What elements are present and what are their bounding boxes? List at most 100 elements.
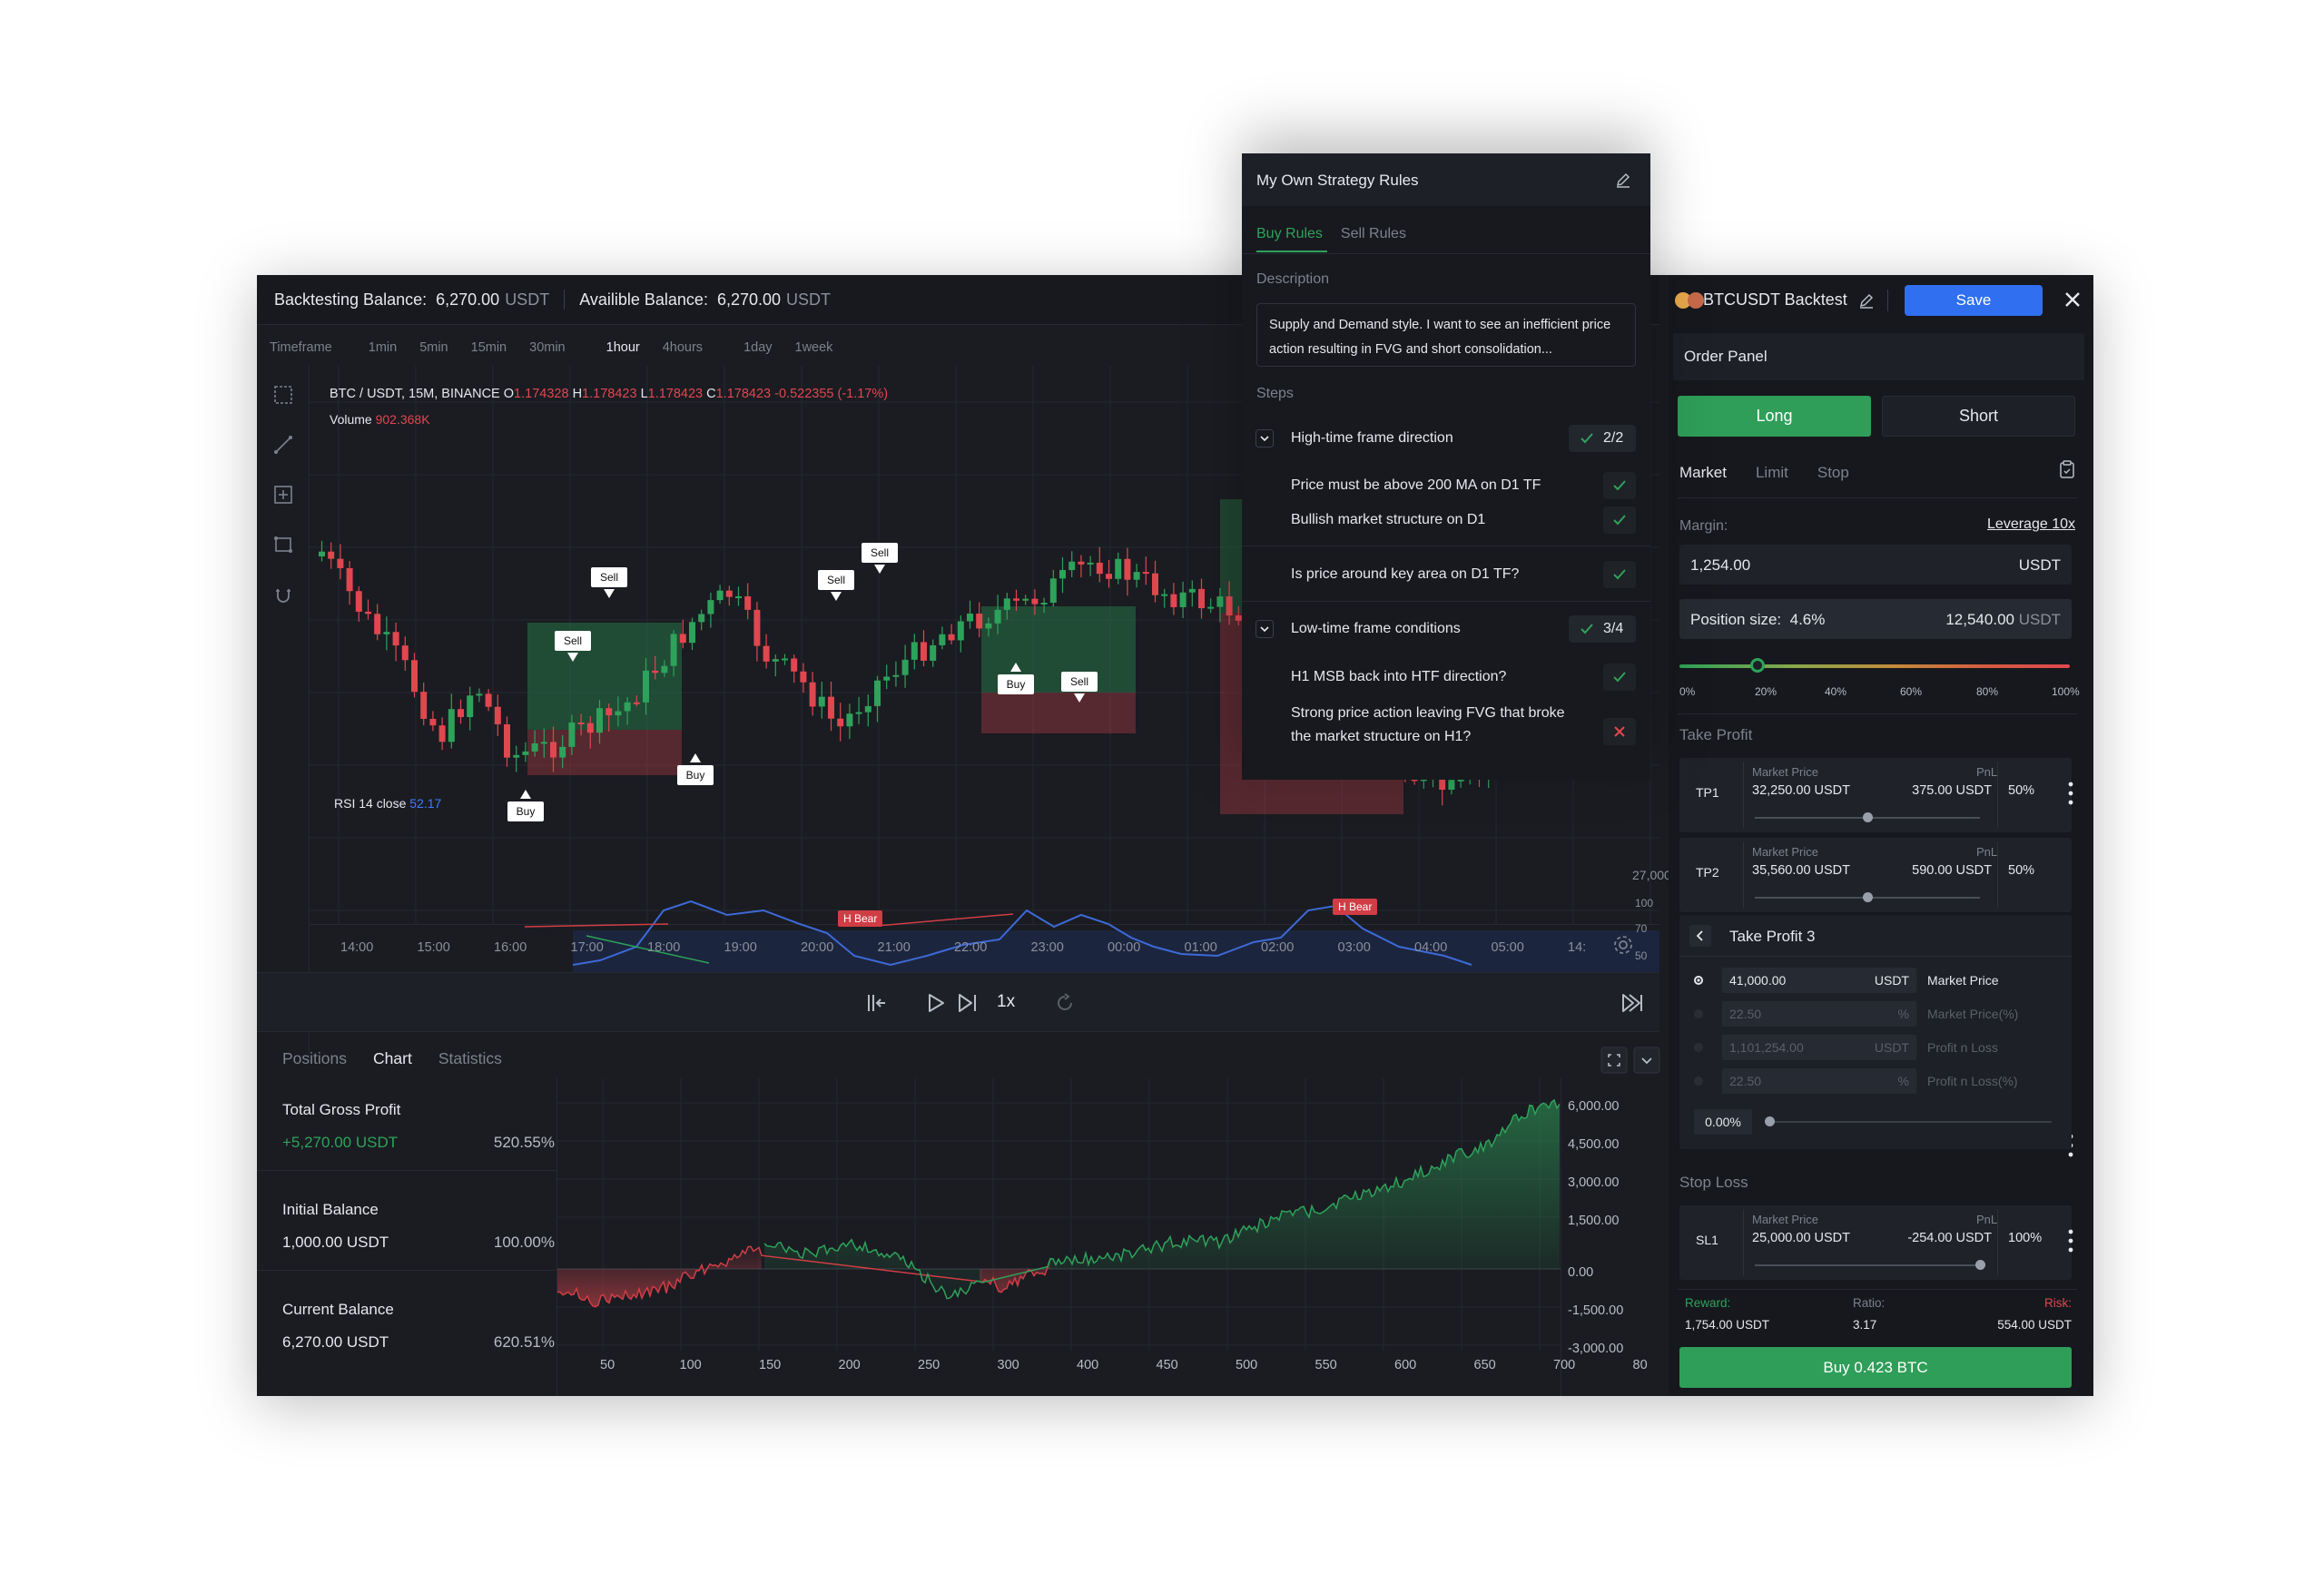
buy-button[interactable]: Buy 0.423 BTC bbox=[1679, 1347, 2072, 1388]
clipboard-icon[interactable] bbox=[2058, 459, 2076, 479]
tp-slider-knob[interactable] bbox=[1863, 892, 1873, 902]
tp3-input[interactable]: 22.50% bbox=[1722, 1068, 1916, 1094]
slider-tick: 100% bbox=[2052, 685, 2080, 698]
tp1-card[interactable]: TP1 Market Price 32,250.00 USDT PnL 375.… bbox=[1679, 758, 2072, 832]
reset-icon[interactable] bbox=[1053, 991, 1077, 1015]
position-slider-knob[interactable] bbox=[1750, 658, 1765, 673]
trend-line-icon[interactable] bbox=[272, 434, 294, 456]
leverage-link[interactable]: Leverage 10x bbox=[1987, 516, 2075, 533]
step-item[interactable]: H1 MSB back into HTF direction? bbox=[1242, 662, 1650, 694]
chevron-down-icon[interactable] bbox=[1256, 620, 1274, 638]
step-check[interactable] bbox=[1603, 664, 1636, 691]
step-check[interactable] bbox=[1603, 718, 1636, 745]
tp3-input[interactable]: 1,101,254.00 USDT bbox=[1722, 1035, 1916, 1060]
timeframe-1min[interactable]: 1min bbox=[369, 340, 397, 355]
tab-limit[interactable]: Limit bbox=[1756, 464, 1788, 482]
step-item[interactable]: Bullish market structure on D1 bbox=[1242, 504, 1650, 536]
candle bbox=[846, 703, 853, 740]
timeframe-5min[interactable]: 5min bbox=[419, 340, 448, 355]
slider-tick: 40% bbox=[1825, 685, 1847, 698]
candle bbox=[392, 623, 399, 662]
crosshair-box-icon[interactable] bbox=[272, 484, 294, 506]
skip-end-icon[interactable] bbox=[1620, 991, 1644, 1015]
step-check[interactable] bbox=[1603, 472, 1636, 499]
step-group-htf[interactable]: High-time frame direction 2/2 bbox=[1242, 421, 1650, 467]
step-check[interactable] bbox=[1603, 506, 1636, 534]
speed-toggle[interactable]: 1x bbox=[997, 992, 1015, 1012]
sl-slider-track[interactable] bbox=[1755, 1264, 1980, 1266]
low-label: L bbox=[640, 387, 648, 401]
more-vertical-icon[interactable] bbox=[2068, 781, 2073, 806]
tp3-input[interactable]: 41,000.00 USDT bbox=[1722, 968, 1916, 993]
tp3-percent[interactable]: 0.00% bbox=[1694, 1109, 1752, 1135]
rectangle-icon[interactable] bbox=[272, 534, 294, 556]
chevron-down-icon[interactable] bbox=[1633, 1047, 1660, 1074]
margin-input[interactable]: 1,254.00 USDT bbox=[1679, 545, 2072, 585]
timeframe-1hour[interactable]: 1hour bbox=[606, 340, 640, 355]
tp3-slider-track[interactable] bbox=[1770, 1121, 2052, 1123]
radio[interactable] bbox=[1694, 1077, 1703, 1086]
close-icon[interactable] bbox=[2061, 288, 2084, 311]
tab-chart[interactable]: Chart bbox=[373, 1049, 412, 1068]
select-area-icon[interactable] bbox=[272, 384, 294, 406]
buy-signal[interactable]: Buy bbox=[677, 753, 714, 785]
tp3-row-market-price-pct[interactable]: 22.50% Market Price(%) bbox=[1679, 998, 2072, 1029]
sell-signal[interactable]: Sell bbox=[591, 567, 627, 598]
tp3-input[interactable]: 22.50% bbox=[1722, 1001, 1916, 1027]
steps-label: Steps bbox=[1256, 386, 1294, 401]
save-button[interactable]: Save bbox=[1905, 285, 2043, 316]
timeframe-1week[interactable]: 1week bbox=[795, 340, 833, 355]
time-tick: 04:00 bbox=[1414, 940, 1448, 955]
step-item[interactable]: Price must be above 200 MA on D1 TF bbox=[1242, 469, 1650, 502]
tab-positions[interactable]: Positions bbox=[282, 1049, 347, 1068]
chevron-down-icon[interactable] bbox=[1256, 429, 1274, 447]
radio[interactable] bbox=[1694, 1043, 1703, 1052]
sl1-card[interactable]: SL1 Market Price 25,000.00 USDT PnL -254… bbox=[1679, 1205, 2072, 1280]
edit-icon[interactable] bbox=[1615, 172, 1631, 188]
candle bbox=[467, 686, 474, 731]
sell-signal[interactable]: Sell bbox=[818, 570, 854, 601]
timeframe-15min[interactable]: 15min bbox=[471, 340, 507, 355]
tab-buy-rules[interactable]: Buy Rules bbox=[1256, 226, 1323, 242]
tp3-row-profit-n-loss-pct[interactable]: 22.50% Profit n Loss(%) bbox=[1679, 1066, 2072, 1096]
long-button[interactable]: Long bbox=[1678, 396, 1871, 437]
tab-stop[interactable]: Stop bbox=[1817, 464, 1849, 482]
step-back-icon[interactable] bbox=[865, 991, 889, 1015]
short-button[interactable]: Short bbox=[1882, 396, 2075, 437]
sl-slider-knob[interactable] bbox=[1975, 1260, 1985, 1270]
tp3-row-market-price[interactable]: 41,000.00 USDT Market Price bbox=[1679, 965, 2072, 996]
tp3-row-profit-n-loss[interactable]: 1,101,254.00 USDT Profit n Loss bbox=[1679, 1032, 2072, 1063]
tab-sell-rules[interactable]: Sell Rules bbox=[1341, 226, 1406, 242]
tab-market[interactable]: Market bbox=[1679, 464, 1727, 482]
next-frame-icon[interactable] bbox=[956, 991, 980, 1015]
rules-tabs: Buy Rules Sell Rules bbox=[1256, 226, 1424, 242]
radio-selected[interactable] bbox=[1694, 976, 1703, 985]
magnet-icon[interactable] bbox=[272, 585, 294, 607]
timeframe-1day[interactable]: 1day bbox=[743, 340, 772, 355]
order-panel-title: Order Panel bbox=[1684, 348, 1768, 365]
play-icon[interactable] bbox=[924, 991, 948, 1015]
radio[interactable] bbox=[1694, 1009, 1703, 1018]
position-slider-track[interactable] bbox=[1679, 664, 2070, 668]
timeframe-30min[interactable]: 30min bbox=[529, 340, 566, 355]
edit-icon[interactable] bbox=[1858, 292, 1875, 309]
chevron-left-icon[interactable] bbox=[1689, 924, 1712, 948]
buy-signal[interactable]: Buy bbox=[507, 790, 544, 821]
badge-text: 3/4 bbox=[1603, 621, 1624, 636]
fullscreen-icon[interactable] bbox=[1600, 1047, 1628, 1074]
tp2-card[interactable]: TP2 Market Price 35,560.00 USDT PnL 590.… bbox=[1679, 838, 2072, 912]
step-check[interactable] bbox=[1603, 561, 1636, 588]
tp3-slider-knob[interactable] bbox=[1765, 1116, 1775, 1126]
description-field[interactable]: Supply and Demand style. I want to see a… bbox=[1256, 303, 1636, 367]
trade-zone bbox=[527, 623, 682, 730]
timeframe-4hours[interactable]: 4hours bbox=[663, 340, 703, 355]
sell-signal[interactable]: Sell bbox=[862, 543, 898, 574]
tab-statistics[interactable]: Statistics bbox=[438, 1049, 502, 1068]
step-item[interactable]: Is price around key area on D1 TF? bbox=[1242, 556, 1650, 593]
step-text: H1 MSB back into HTF direction? bbox=[1291, 669, 1507, 684]
chart-settings-icon[interactable] bbox=[1612, 934, 1634, 956]
tp-slider-knob[interactable] bbox=[1863, 812, 1873, 822]
step-item[interactable]: Strong price action leaving FVG that bro… bbox=[1242, 702, 1650, 752]
more-vertical-icon[interactable] bbox=[2068, 1228, 2073, 1254]
step-group-ltf[interactable]: Low-time frame conditions 3/4 bbox=[1242, 610, 1650, 650]
